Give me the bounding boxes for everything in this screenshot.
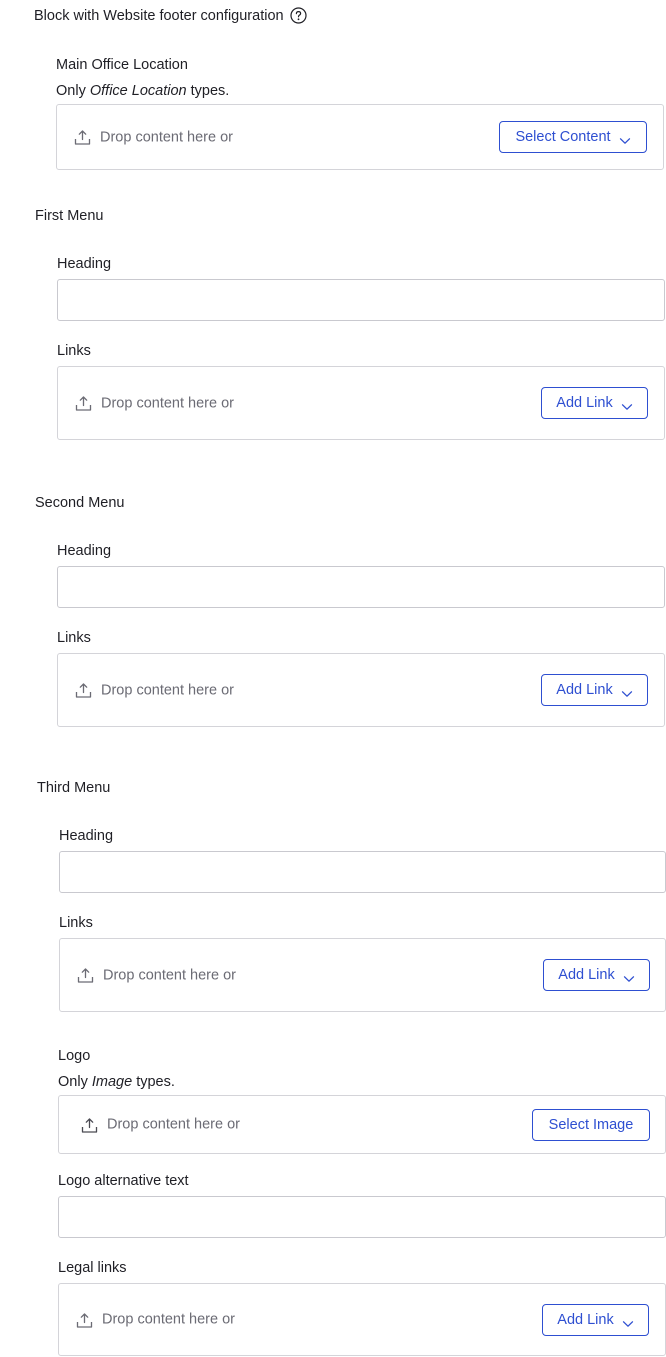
first-menu-heading-label: Heading <box>57 256 112 272</box>
chevron-down-icon <box>622 1316 634 1327</box>
second-menu-heading-input[interactable] <box>57 566 665 608</box>
help-icon[interactable] <box>289 7 307 24</box>
logo-hint: Only Image types. <box>58 1074 175 1090</box>
main-office-dropzone[interactable]: Drop content here or Select Content <box>56 104 664 170</box>
hint-suffix: types. <box>190 83 230 99</box>
first-menu-links-dropzone[interactable]: Drop content here or Add Link <box>57 366 665 440</box>
second-menu-links-label: Links <box>57 630 91 646</box>
hint-suffix: types. <box>136 1074 175 1090</box>
first-menu-heading-input[interactable] <box>57 279 665 321</box>
logo-label: Logo <box>58 1048 91 1064</box>
block-title: Block with Website footer configuration <box>34 7 284 24</box>
logo-dropzone[interactable]: Drop content here or Select Image <box>58 1095 666 1154</box>
main-office-hint: Only Office Location types. <box>56 83 229 99</box>
second-menu-label: Second Menu <box>35 495 125 511</box>
legal-links-dropzone[interactable]: Drop content here or Add Link <box>58 1283 666 1356</box>
chevron-down-icon <box>623 971 635 982</box>
dropzone-text: Drop content here or <box>107 1116 240 1133</box>
upload-icon <box>77 967 94 984</box>
upload-icon <box>75 395 92 412</box>
dropzone-prompt: Drop content here or <box>81 1116 240 1133</box>
second-menu-add-link-button[interactable]: Add Link <box>541 674 648 706</box>
dropzone-text: Drop content here or <box>102 1311 235 1328</box>
upload-icon <box>74 129 91 146</box>
upload-icon <box>76 1311 93 1328</box>
chevron-down-icon <box>621 686 633 697</box>
select-content-label: Select Content <box>515 129 611 145</box>
main-office-label: Main Office Location <box>56 57 188 73</box>
hint-type: Image <box>91 1074 133 1090</box>
first-menu-links-label: Links <box>57 343 91 359</box>
third-menu-label: Third Menu <box>37 780 111 796</box>
dropzone-prompt: Drop content here or <box>74 129 233 146</box>
dropzone-text: Drop content here or <box>101 395 234 411</box>
dropzone-prompt: Drop content here or <box>77 967 236 984</box>
second-menu-links-dropzone[interactable]: Drop content here or Add Link <box>57 653 665 727</box>
third-menu-links-label: Links <box>59 915 93 931</box>
dropzone-text: Drop content here or <box>103 967 236 983</box>
select-image-label: Select Image <box>548 1116 634 1133</box>
third-menu-heading-label: Heading <box>59 828 114 844</box>
third-menu-add-link-button[interactable]: Add Link <box>543 959 650 991</box>
legal-links-label: Legal links <box>58 1260 127 1276</box>
chevron-down-icon <box>619 133 631 144</box>
third-menu-links-dropzone[interactable]: Drop content here or Add Link <box>59 938 666 1012</box>
legal-links-add-link-button[interactable]: Add Link <box>542 1303 649 1336</box>
select-content-button[interactable]: Select Content <box>499 121 647 153</box>
add-link-label: Add Link <box>556 682 613 698</box>
hint-type: Office Location <box>89 83 187 99</box>
second-menu-heading-label: Heading <box>57 543 112 559</box>
dropzone-text: Drop content here or <box>101 682 234 698</box>
upload-icon <box>81 1116 98 1133</box>
logo-alt-label: Logo alternative text <box>58 1173 189 1189</box>
first-menu-add-link-button[interactable]: Add Link <box>541 387 648 419</box>
dropzone-prompt: Drop content here or <box>75 682 234 699</box>
hint-prefix: Only <box>58 1074 88 1090</box>
block-title-row: Block with Website footer configuration <box>34 7 307 24</box>
select-image-button[interactable]: Select Image <box>532 1108 650 1141</box>
hint-prefix: Only <box>56 83 86 99</box>
third-menu-heading-input[interactable] <box>59 851 666 893</box>
dropzone-text: Drop content here or <box>100 129 233 145</box>
dropzone-prompt: Drop content here or <box>75 395 234 412</box>
add-link-label: Add Link <box>556 395 613 411</box>
chevron-down-icon <box>621 399 633 410</box>
logo-alt-input[interactable] <box>58 1196 666 1238</box>
upload-icon <box>75 682 92 699</box>
add-link-label: Add Link <box>558 967 615 983</box>
first-menu-label: First Menu <box>35 208 104 224</box>
add-link-label: Add Link <box>557 1311 614 1328</box>
dropzone-prompt: Drop content here or <box>76 1311 235 1328</box>
